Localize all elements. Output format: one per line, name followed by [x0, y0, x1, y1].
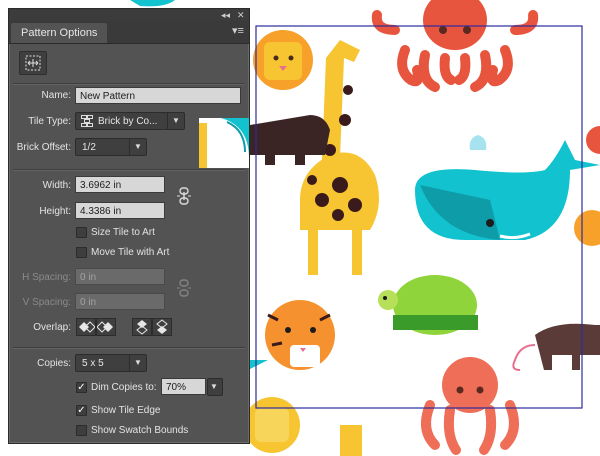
h-spacing-label: H Spacing:	[22, 272, 71, 283]
name-label: Name:	[41, 90, 71, 101]
preview-artwork	[199, 118, 249, 168]
tile-type-value: Brick by Co...	[98, 116, 158, 127]
pattern-options-panel: ◂◂ ✕ Pattern Options ▾≡ Name: New Patter…	[8, 8, 250, 444]
panel-menu-icon[interactable]: ▾≡	[231, 24, 245, 38]
chevron-down-icon: ▼	[129, 139, 146, 155]
whale-fragment-top	[130, 0, 175, 7]
brick-tile-icon	[81, 115, 93, 127]
brick-offset-dropdown[interactable]: 1/2 ▼	[75, 138, 147, 156]
close-panel-button[interactable]: ✕	[237, 9, 245, 21]
h-spacing-field[interactable]: 0 in	[75, 268, 165, 285]
overlap-bottom-in-front-button[interactable]	[152, 318, 172, 336]
divider	[13, 169, 245, 171]
check-icon: ✓	[77, 382, 86, 393]
tapir-left	[250, 115, 330, 165]
overlap-left-in-front-button[interactable]	[76, 318, 96, 336]
octopus-top	[371, 0, 539, 92]
tile-editor-tool-icon	[25, 55, 41, 71]
chevron-down-icon: ▼	[167, 113, 184, 129]
move-tile-with-art-label: Move Tile with Art	[91, 247, 170, 258]
dim-copies-label: Dim Copies to:	[91, 382, 157, 393]
panel-titlebar: ◂◂ ✕	[9, 9, 249, 21]
divider	[13, 347, 245, 349]
brick-offset-value: 1/2	[82, 142, 96, 153]
height-label: Height:	[39, 206, 71, 217]
v-spacing-field[interactable]: 0 in	[75, 293, 165, 310]
overlap-label: Overlap:	[33, 322, 71, 333]
giraffe	[300, 40, 379, 275]
constrain-proportions-link-icon[interactable]	[177, 187, 191, 205]
height-field[interactable]: 4.3386 in	[75, 202, 165, 219]
giraffe-fragment-bottom	[340, 425, 362, 456]
width-label: Width:	[42, 180, 71, 191]
v-spacing-label: V Spacing:	[22, 297, 71, 308]
panel-tabbar: Pattern Options ▾≡	[9, 21, 249, 44]
copies-label: Copies:	[37, 358, 71, 369]
spacing-link-icon[interactable]	[177, 279, 191, 297]
show-tile-edge-label: Show Tile Edge	[91, 405, 161, 416]
pattern-preview-thumbnail	[199, 118, 249, 168]
overlap-top-icon	[136, 320, 148, 335]
tile-type-dropdown[interactable]: Brick by Co... ▼	[75, 112, 185, 130]
divider	[13, 83, 245, 85]
show-tile-edge-checkbox[interactable]: ✓	[76, 405, 87, 416]
size-tile-to-art-checkbox[interactable]	[76, 227, 87, 238]
lion-top	[253, 30, 313, 90]
move-tile-with-art-checkbox[interactable]	[76, 247, 87, 258]
overlap-left-icon	[79, 321, 96, 333]
width-field[interactable]: 3.6962 in	[75, 176, 165, 193]
overlap-top-in-front-button[interactable]	[132, 318, 152, 336]
name-field[interactable]: New Pattern	[75, 87, 241, 104]
whale	[415, 135, 600, 240]
collapse-panel-button[interactable]: ◂◂	[221, 9, 230, 21]
chevron-down-icon: ▼	[129, 355, 146, 371]
show-swatch-bounds-checkbox[interactable]	[76, 425, 87, 436]
tab-pattern-options[interactable]: Pattern Options	[11, 23, 108, 43]
dim-copies-field[interactable]: 70%	[161, 378, 206, 395]
tapir-right	[512, 323, 600, 371]
copies-dropdown[interactable]: 5 x 5 ▼	[75, 354, 147, 372]
check-icon: ✓	[77, 405, 86, 416]
octopus-fragment-right	[586, 126, 600, 154]
turtle	[378, 275, 478, 335]
chevron-down-icon: ▼	[210, 382, 218, 391]
lion-bottom	[244, 397, 300, 453]
size-tile-to-art-label: Size Tile to Art	[91, 227, 155, 238]
lion-fragment-right	[574, 210, 600, 246]
copies-value: 5 x 5	[82, 358, 104, 369]
octopus-bottom	[421, 357, 519, 455]
whale-fragment-left	[248, 360, 268, 370]
pattern-tile-tool-button[interactable]	[19, 51, 47, 75]
overlap-right-icon	[96, 321, 113, 333]
dim-copies-dropdown-button[interactable]: ▼	[207, 378, 223, 396]
show-swatch-bounds-label: Show Swatch Bounds	[91, 425, 189, 436]
overlap-bottom-icon	[156, 319, 168, 334]
brick-offset-label: Brick Offset:	[16, 142, 71, 153]
dim-copies-checkbox[interactable]: ✓	[76, 382, 87, 393]
tile-type-label: Tile Type:	[28, 116, 71, 127]
tiger	[265, 300, 335, 370]
overlap-right-in-front-button[interactable]	[96, 318, 116, 336]
